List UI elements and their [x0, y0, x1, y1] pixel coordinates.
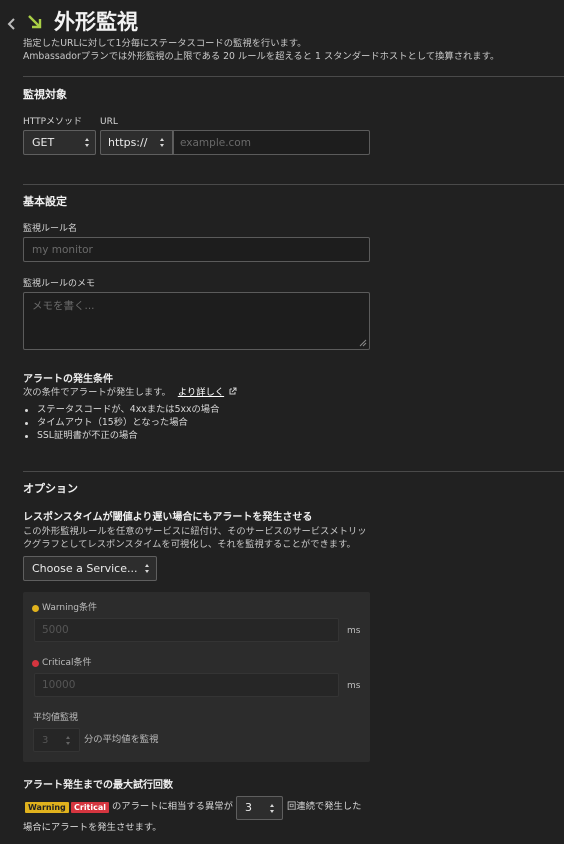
- alert-conditions-intro: 次の条件でアラートが発生します。: [23, 387, 171, 398]
- rule-name-placeholder: my monitor: [32, 244, 93, 256]
- retry-text-before: のアラートに相当する異常が: [112, 801, 233, 812]
- rule-name-input[interactable]: my monitor: [23, 237, 370, 262]
- http-method-select[interactable]: GET: [23, 130, 96, 155]
- section-heading-options: オプション: [23, 482, 78, 495]
- retry-count-select[interactable]: 3: [236, 796, 283, 820]
- warning-threshold-input[interactable]: 5000: [34, 618, 339, 642]
- average-label: 平均値監視: [33, 713, 79, 723]
- url-scheme-select[interactable]: https://: [100, 130, 173, 155]
- retry-heading: アラート発生までの最大試行回数: [23, 780, 173, 791]
- critical-threshold-placeholder: 10000: [42, 679, 76, 691]
- warning-label: Warning条件: [42, 603, 98, 613]
- rule-name-label: 監視ルール名: [23, 224, 78, 234]
- back-chevron-icon[interactable]: [6, 16, 16, 32]
- select-arrows-icon: [66, 736, 71, 745]
- divider: [23, 76, 564, 77]
- list-item: タイムアウト（15秒）となった場合: [23, 417, 219, 430]
- alert-conditions-list: ステータスコードが、4xxまたは5xxの場合 タイムアウト（15秒）となった場合…: [23, 404, 219, 443]
- select-arrows-icon: [85, 138, 90, 147]
- warning-threshold-placeholder: 5000: [42, 624, 69, 636]
- threshold-panel: Warning条件 5000 ms Critical条件 10000 ms 平均…: [23, 592, 370, 762]
- response-time-desc-2: クグラフとしてレスポンスタイムを可視化し、それを監視することができます。: [23, 539, 356, 550]
- list-item: ステータスコードが、4xxまたは5xxの場合: [23, 404, 219, 417]
- average-suffix: 分の平均値を監視: [84, 734, 159, 745]
- url-label: URL: [100, 117, 118, 127]
- average-minutes-select[interactable]: 3: [33, 728, 80, 752]
- service-select-value: Choose a Service...: [32, 562, 138, 575]
- retry-text-after: 回連続で発生した: [287, 801, 362, 812]
- external-monitor-icon: [26, 13, 44, 31]
- retry-count-value: 3: [245, 801, 252, 814]
- select-arrows-icon: [145, 564, 150, 573]
- rule-memo-textarea[interactable]: メモを書く...: [23, 292, 370, 350]
- page-description-2: Ambassadorプランでは外形監視の上限である 20 ルールを超えると 1 …: [23, 51, 500, 62]
- page-title: 外形監視: [54, 10, 138, 34]
- http-method-value: GET: [32, 136, 55, 149]
- warning-badge: Warning: [25, 802, 69, 813]
- critical-threshold-input[interactable]: 10000: [34, 673, 339, 697]
- alert-conditions-intro-row: 次の条件でアラートが発生します。 より詳しく: [23, 387, 237, 400]
- response-time-desc-1: この外形監視ルールを任意のサービスに紐付け、そのサービスのサービスメトリッ: [23, 526, 367, 537]
- divider: [23, 471, 564, 472]
- select-arrows-icon: [270, 804, 275, 813]
- select-arrows-icon: [160, 138, 165, 147]
- service-select[interactable]: Choose a Service...: [23, 556, 157, 581]
- url-placeholder: example.com: [180, 137, 251, 149]
- learn-more-link[interactable]: より詳しく: [178, 387, 224, 398]
- section-heading-basic: 基本設定: [23, 195, 67, 208]
- critical-unit: ms: [347, 681, 361, 691]
- critical-dot-icon: [32, 660, 39, 667]
- average-minutes-value: 3: [42, 735, 49, 746]
- alert-conditions-heading: アラートの発生条件: [23, 374, 113, 385]
- page-description-1: 指定したURLに対して1分毎にステータスコードの監視を行います。: [23, 38, 307, 49]
- url-scheme-value: https://: [108, 136, 148, 149]
- external-link-icon: [229, 387, 237, 395]
- section-heading-target: 監視対象: [23, 88, 67, 101]
- critical-label: Critical条件: [42, 658, 92, 668]
- rule-memo-label: 監視ルールのメモ: [23, 279, 96, 289]
- retry-text-line2: 場合にアラートを発生させます。: [23, 822, 162, 833]
- resize-handle-icon[interactable]: [359, 339, 367, 347]
- divider: [23, 184, 564, 185]
- url-input[interactable]: example.com: [173, 130, 370, 155]
- rule-memo-placeholder: メモを書く...: [32, 300, 95, 312]
- warning-dot-icon: [32, 605, 39, 612]
- http-method-label: HTTPメソッド: [23, 117, 83, 127]
- warning-unit: ms: [347, 626, 361, 636]
- list-item: SSL証明書が不正の場合: [23, 430, 219, 443]
- critical-badge: Critical: [71, 802, 110, 813]
- response-time-heading: レスポンスタイムが閾値より遅い場合にもアラートを発生させる: [23, 512, 313, 523]
